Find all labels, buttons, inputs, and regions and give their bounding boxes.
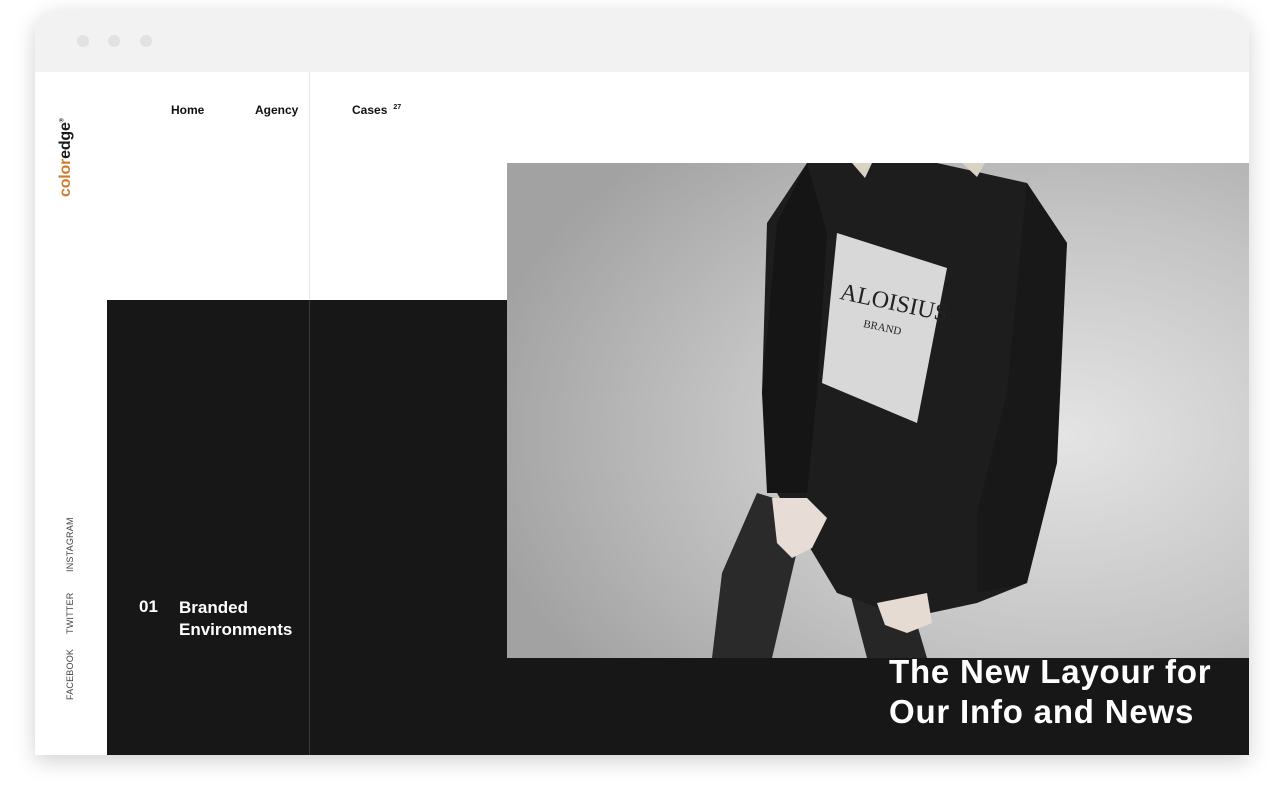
- nav-home-link[interactable]: Home: [171, 103, 204, 117]
- browser-window: coloredge® Home Agency Cases 27 INSTAGRAM…: [35, 10, 1249, 755]
- nav-agency-link[interactable]: Agency: [255, 103, 298, 117]
- social-instagram-link[interactable]: INSTAGRAM: [65, 517, 75, 572]
- page-viewport: coloredge® Home Agency Cases 27 INSTAGRAM…: [35, 72, 1249, 755]
- column-divider-top: [309, 72, 310, 300]
- social-facebook-link[interactable]: FACEBOOK: [65, 649, 75, 700]
- nav-cases-label: Cases: [352, 103, 388, 117]
- window-minimize-dot[interactable]: [108, 35, 120, 47]
- logo-part-color: color: [57, 158, 74, 197]
- window-maximize-dot[interactable]: [140, 35, 152, 47]
- brand-logo[interactable]: coloredge®: [57, 118, 75, 197]
- browser-titlebar: [35, 10, 1249, 72]
- hero-headline: The New Layour for Our Info and News: [889, 653, 1212, 731]
- nav-cases-link[interactable]: Cases 27: [352, 103, 401, 117]
- feature-number: 01: [139, 597, 158, 616]
- logo-part-edge: edge: [57, 122, 74, 159]
- hero-image: ALOISIUS BRAND: [507, 163, 1249, 658]
- window-close-dot[interactable]: [77, 35, 89, 47]
- logo-registered-mark: ®: [59, 118, 66, 123]
- cases-count-badge: 27: [393, 104, 402, 111]
- column-divider-dark: [309, 300, 310, 755]
- feature-label-link[interactable]: Branded Environments: [179, 597, 319, 641]
- hero-photo-illustration: ALOISIUS BRAND: [507, 163, 1249, 658]
- social-twitter-link[interactable]: TWITTER: [65, 593, 75, 634]
